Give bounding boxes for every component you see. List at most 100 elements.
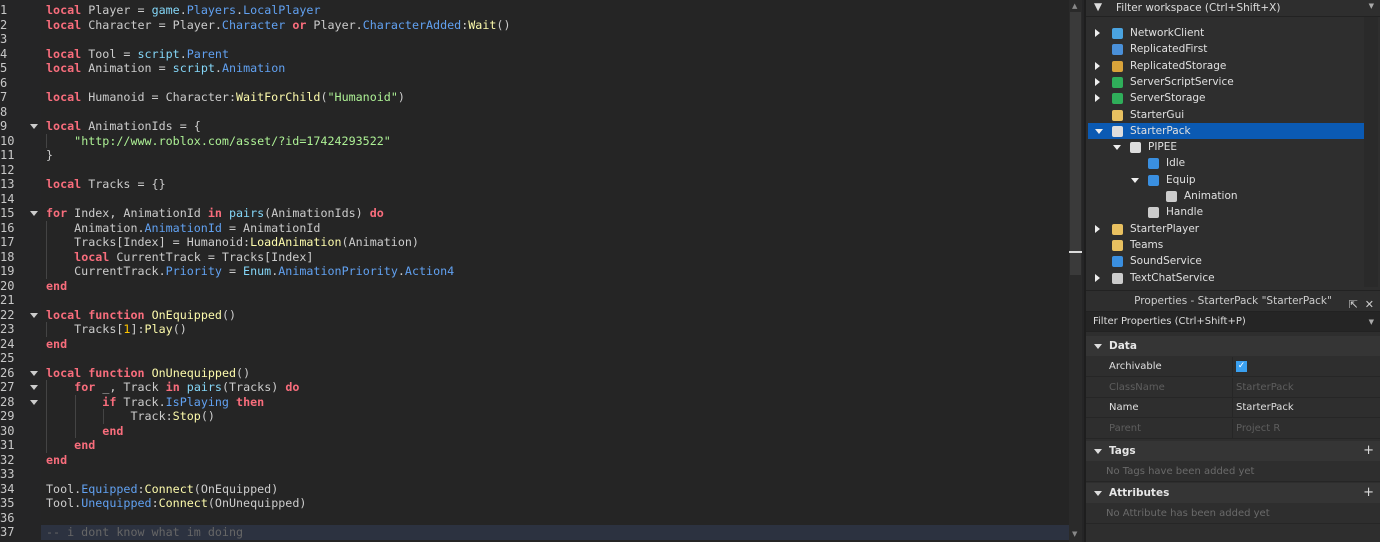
expand-arrow-icon[interactable] (1095, 94, 1100, 103)
code-line[interactable]: local Player = game.Players.LocalPlayer (46, 3, 320, 18)
code-token: local (46, 90, 82, 104)
code-token: -- i dont know what im doing (46, 525, 244, 539)
code-line[interactable]: for _, Track in pairs(Tracks) do (46, 380, 299, 395)
chevron-down-icon[interactable]: ▼ (1369, 312, 1374, 332)
section-data[interactable]: Data (1086, 336, 1380, 356)
fold-toggle-icon[interactable] (30, 385, 38, 390)
tree-item-serverscriptservice[interactable]: ServerScriptService (1088, 74, 1364, 90)
code-line[interactable]: Tracks[1]:Play() (46, 322, 187, 337)
code-token: end (74, 438, 96, 452)
code-line[interactable]: "http://www.roblox.com/asset/?id=1742429… (46, 134, 391, 149)
properties-filter-input[interactable]: Filter Properties (Ctrl+Shift+P) ▼ (1086, 312, 1380, 332)
code-token: AnimationId (144, 220, 222, 235)
line-number: 10 (0, 133, 15, 148)
line-number: 16 (0, 220, 15, 235)
code-line[interactable]: end (46, 438, 95, 453)
fold-toggle-icon[interactable] (30, 312, 38, 318)
code-line[interactable]: } (46, 148, 53, 163)
expand-arrow-icon[interactable] (1095, 61, 1100, 70)
property-row-name[interactable]: Name StarterPack (1086, 398, 1380, 418)
explorer-scrollbar[interactable] (1364, 17, 1378, 287)
code-line[interactable]: if Track.IsPlaying then (46, 395, 264, 410)
properties-title-text: Properties - StarterPack "StarterPack" (1134, 295, 1332, 307)
expand-arrow-icon[interactable] (1095, 273, 1100, 282)
tree-item-replicatedfirst[interactable]: ReplicatedFirst (1088, 41, 1364, 57)
line-number: 22 (0, 307, 15, 322)
code-line[interactable]: Tool.Unequipped:Connect(OnUnequipped) (46, 496, 306, 511)
code-line[interactable]: local Humanoid = Character:WaitForChild(… (46, 90, 405, 105)
collapse-arrow-icon[interactable] (1113, 145, 1121, 151)
tree-item-animation[interactable]: Animation (1088, 188, 1364, 204)
tree-item-idle[interactable]: Idle (1088, 155, 1364, 171)
code-line[interactable]: Track:Stop() (46, 409, 214, 424)
code-line[interactable]: local Character = Player.Character or Pl… (46, 18, 510, 33)
collapse-arrow-icon[interactable] (1131, 177, 1139, 183)
code-line[interactable]: end (46, 424, 123, 439)
add-tag-button[interactable]: + (1363, 441, 1374, 461)
code-line[interactable]: end (46, 337, 67, 352)
script-editor[interactable]: 1 2 3 4 5 6 7 8 9 10 11 12 13 14 15 16 17 18 19 20 21 22 23 24 2… (0, 0, 1084, 542)
part-icon (1148, 207, 1159, 219)
expand-arrow-icon[interactable] (1095, 77, 1100, 86)
code-line[interactable]: local function OnUnequipped() (46, 366, 250, 381)
code-line[interactable]: CurrentTrack.Priority = Enum.AnimationPr… (46, 264, 454, 279)
tree-item-startergui[interactable]: StarterGui (1088, 107, 1364, 123)
tree-item-networkclient[interactable]: NetworkClient (1088, 25, 1364, 41)
scroll-up-icon[interactable]: ▲ (1072, 2, 1077, 10)
tree-item-textchatservice[interactable]: TextChatService (1088, 270, 1364, 286)
tree-item-partial (1088, 9, 1364, 17)
fold-toggle-icon[interactable] (30, 124, 38, 129)
code-line[interactable]: Tracks[Index] = Humanoid:LoadAnimation(A… (46, 235, 419, 250)
section-attributes[interactable]: Attributes + (1086, 483, 1380, 503)
teams-icon (1112, 239, 1123, 251)
tags-empty-text: No Tags have been added yet (1086, 461, 1380, 482)
fold-toggle-icon[interactable] (30, 370, 38, 376)
code-line[interactable]: Tool.Equipped:Connect(OnEquipped) (46, 482, 278, 497)
code-area[interactable]: local Player = game.Players.LocalPlayer l… (41, 0, 1069, 542)
code-line[interactable]: -- i dont know what im doing (41, 525, 1069, 540)
property-row-archivable[interactable]: Archivable ✓ (1086, 357, 1380, 377)
code-token: local (46, 46, 82, 61)
code-line[interactable]: end (46, 279, 67, 294)
tree-item-handle[interactable]: Handle (1088, 204, 1364, 220)
code-line[interactable]: local CurrentTrack = Tracks[Index] (46, 250, 313, 265)
code-line[interactable]: local Tracks = {} (46, 177, 166, 192)
code-line[interactable]: local Tool = script.Parent (46, 47, 229, 62)
chevron-down-icon[interactable]: ▼ (1369, 2, 1374, 10)
property-value: Project R (1236, 422, 1281, 434)
section-tags[interactable]: Tags + (1086, 441, 1380, 461)
code-token: CharacterAdded (362, 17, 462, 32)
scroll-down-icon[interactable]: ▼ (1072, 530, 1077, 538)
editor-scrollbar[interactable]: ▲ ▼ (1069, 0, 1082, 542)
property-row-parent[interactable]: Parent Project R (1086, 418, 1380, 439)
fold-toggle-icon[interactable] (30, 211, 38, 216)
collapse-arrow-icon[interactable] (1095, 128, 1103, 134)
archivable-checkbox[interactable]: ✓ (1236, 361, 1247, 372)
divider (1232, 377, 1233, 398)
tree-item-equip[interactable]: Equip (1088, 172, 1364, 188)
code-token: Tracks[ (46, 322, 124, 336)
code-line[interactable]: end (46, 453, 67, 468)
property-value[interactable]: StarterPack (1236, 398, 1294, 418)
tree-item-starterpack[interactable]: StarterPack (1088, 122, 1364, 140)
fold-toggle-icon[interactable] (30, 399, 38, 405)
tree-item-teams[interactable]: Teams (1088, 237, 1364, 253)
add-attribute-button[interactable]: + (1363, 483, 1374, 503)
tree-item-soundservice[interactable]: SoundService (1088, 253, 1364, 269)
scrollbar-thumb[interactable] (1070, 12, 1081, 275)
line-number: 32 (0, 452, 15, 467)
expand-arrow-icon[interactable] (1095, 224, 1100, 233)
code-token: WaitForChild (236, 90, 321, 104)
property-row-classname[interactable]: ClassName StarterPack (1086, 377, 1380, 398)
code-line[interactable]: local function OnEquipped() (46, 308, 236, 323)
code-line[interactable]: for Index, AnimationId in pairs(Animatio… (46, 206, 384, 221)
code-line[interactable]: local AnimationIds = { (46, 119, 201, 134)
tree-item-replicatedstorage[interactable]: ReplicatedStorage (1088, 58, 1364, 74)
code-line[interactable]: Animation.AnimationId = AnimationId (46, 221, 320, 236)
tree-item-starterplayer[interactable]: StarterPlayer (1088, 221, 1364, 237)
tree-item-serverstorage[interactable]: ServerStorage (1088, 90, 1364, 106)
code-line[interactable]: local Animation = script.Animation (46, 61, 285, 76)
tree-item-pipee[interactable]: PIPEE (1088, 139, 1364, 155)
code-token: Character (221, 17, 286, 32)
expand-arrow-icon[interactable] (1095, 29, 1100, 37)
